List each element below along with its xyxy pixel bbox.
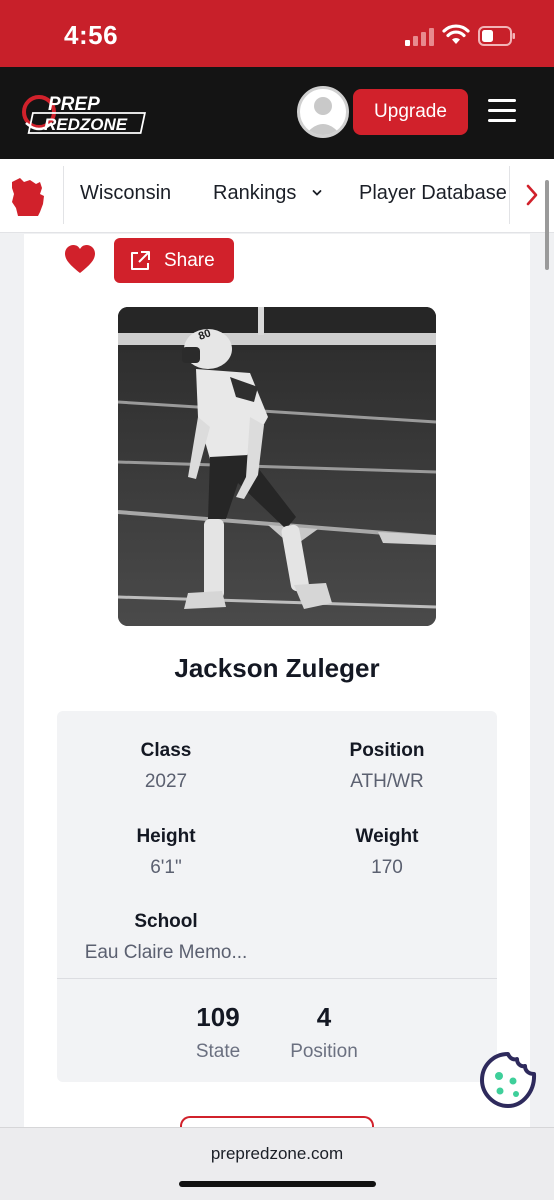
chevron-right-icon [526,184,538,206]
scroll-indicator[interactable] [545,180,549,270]
share-label: Share [164,249,215,271]
details-divider [57,978,497,979]
hamburger-menu-icon[interactable] [488,99,516,123]
class-value: 2027 [144,771,188,792]
upgrade-button[interactable]: Upgrade [353,89,468,135]
class-label: Class [140,740,192,761]
state-rank-label: State [195,1041,241,1062]
cookie-icon[interactable] [478,1050,538,1110]
position-value: ATH/WR [350,771,424,792]
school-value: Eau Claire Memo... [84,942,248,963]
svg-text:REDZONE: REDZONE [44,115,128,134]
battery-icon [478,26,515,46]
player-photo: 80 [118,307,436,626]
weight-label: Weight [355,826,419,847]
height-label: Height [136,826,196,847]
wifi-icon [442,24,470,44]
state-rank-value: 109 [196,1002,240,1032]
url-text[interactable]: prepredzone.com [0,1144,554,1164]
prep-redzone-logo[interactable]: PREP REDZONE [22,89,152,139]
position-rank-label: Position [290,1041,358,1062]
player-name: Jackson Zuleger [174,653,380,683]
chevron-down-icon[interactable] [312,188,322,198]
wisconsin-state-icon[interactable] [10,174,50,218]
user-avatar[interactable] [297,86,349,138]
user-silhouette-icon [305,97,341,135]
nav-item-rankings[interactable]: Rankings [213,182,296,205]
signal-icon [405,28,434,46]
heart-icon[interactable] [64,244,96,274]
share-external-icon [131,250,150,270]
nav-item-wisconsin[interactable]: Wisconsin [80,182,171,205]
position-rank-value: 4 [316,1002,332,1032]
nav-divider [63,166,64,224]
position-label: Position [349,740,425,761]
height-value: 6'1" [150,857,182,878]
school-label: School [134,911,198,932]
home-indicator [179,1181,376,1187]
weight-value: 170 [371,857,403,878]
status-time: 4:56 [64,20,119,50]
svg-text:PREP: PREP [48,94,100,115]
nav-item-player-database[interactable]: Player Database [359,182,509,205]
share-button[interactable]: Share [114,238,234,283]
